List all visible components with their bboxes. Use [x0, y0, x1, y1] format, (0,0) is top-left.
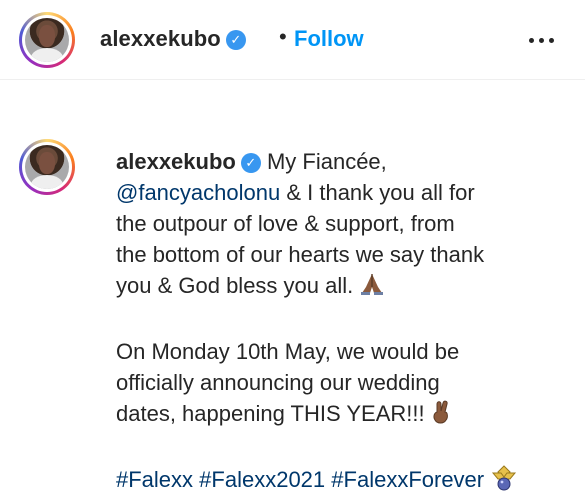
- caption-line: On Monday 10th May, we would be: [116, 339, 460, 364]
- hashtag-link[interactable]: #Falexx2021: [199, 467, 325, 492]
- caption-line: @fancyacholonu & I thank you all for: [116, 180, 475, 205]
- caption-line: you & God bless you all.: [116, 270, 576, 305]
- caption-line: dates, happening THIS YEAR!!!: [116, 398, 576, 433]
- caption-line: alexxekubo ✓ My Fiancée,: [116, 149, 387, 174]
- caption-line: officially announcing our wedding: [116, 370, 440, 395]
- header-username[interactable]: alexxekubo ✓: [100, 26, 246, 52]
- caption-line: the bottom of our hearts we say thank: [116, 242, 485, 267]
- mention-link[interactable]: @fancyacholonu: [116, 180, 280, 205]
- separator-dot: •: [279, 24, 287, 49]
- ring-emoji: [490, 465, 518, 499]
- caption-avatar[interactable]: [19, 139, 75, 195]
- hashtag-link[interactable]: #FalexxForever: [331, 467, 484, 492]
- hashtag-line: #Falexx #Falexx2021 #FalexxForever: [116, 464, 576, 499]
- verified-badge-icon: ✓: [225, 30, 246, 50]
- caption-username[interactable]: alexxekubo: [116, 149, 236, 174]
- avatar-photo: [25, 18, 69, 62]
- profile-avatar[interactable]: [19, 12, 75, 68]
- verified-badge-icon: ✓: [240, 153, 261, 173]
- follow-button[interactable]: Follow: [294, 26, 364, 52]
- avatar-photo: [25, 145, 69, 189]
- hashtag-link[interactable]: #Falexx: [116, 467, 193, 492]
- folded-hands-emoji: [359, 271, 385, 305]
- crossed-fingers-emoji: [431, 399, 451, 433]
- post-header: alexxekubo ✓ • Follow: [0, 0, 585, 80]
- caption-line: the outpour of love & support, from: [116, 211, 455, 236]
- more-options-icon[interactable]: [527, 34, 557, 46]
- post-caption: alexxekubo ✓ My Fiancée, @fancyacholonu &…: [116, 146, 576, 499]
